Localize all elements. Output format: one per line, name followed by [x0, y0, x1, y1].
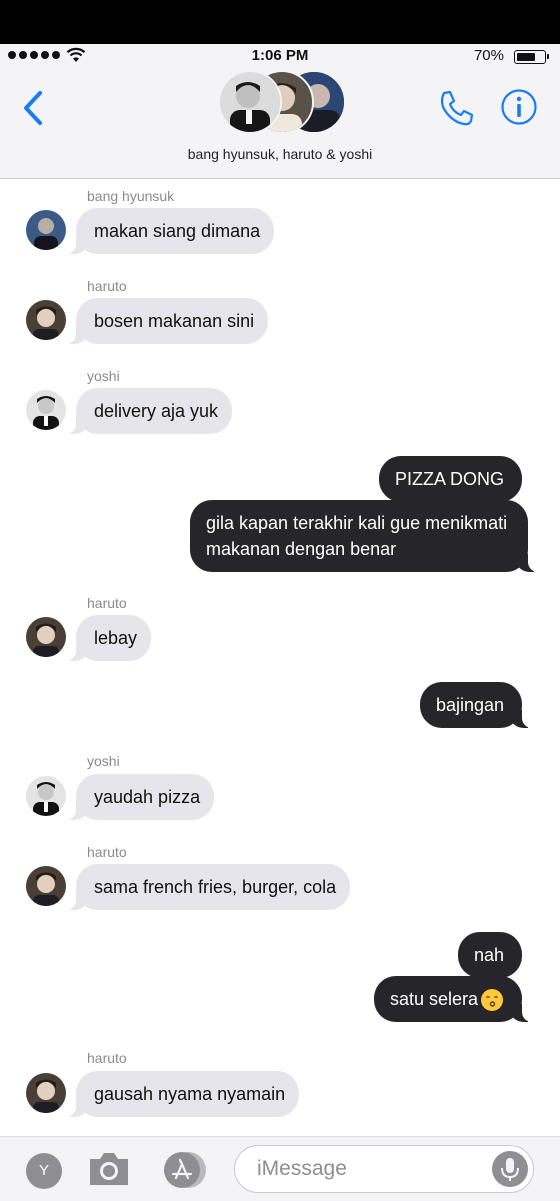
sender-name: haruto	[87, 844, 127, 860]
sender-name: haruto	[87, 1050, 127, 1066]
status-bar: 1:06 PM 70%	[0, 44, 560, 68]
avatar-yoshi[interactable]	[26, 390, 66, 430]
group-avatars[interactable]	[218, 70, 346, 134]
avatar-haruto[interactable]	[26, 1073, 66, 1113]
message-bubble-outgoing[interactable]: gila kapan terakhir kali gue menikmati m…	[190, 500, 538, 572]
message-bubble-outgoing[interactable]: nah	[457, 932, 522, 978]
imessage-input[interactable]	[234, 1145, 534, 1193]
message-bubble-incoming[interactable]: makan siang dimana	[65, 208, 275, 254]
sender-name: yoshi	[87, 753, 120, 769]
sender-name: haruto	[87, 595, 127, 611]
back-chevron-icon[interactable]	[18, 88, 48, 128]
message-bubble-incoming[interactable]: gausah nyama nyamain	[65, 1071, 300, 1117]
battery-level-fill	[517, 53, 536, 61]
message-bubble-outgoing[interactable]: satu selera	[373, 976, 533, 1023]
group-name[interactable]: bang hyunsuk, haruto & yoshi	[0, 146, 560, 162]
app-store-icon[interactable]	[160, 1151, 210, 1189]
sender-name: haruto	[87, 278, 127, 294]
info-icon[interactable]	[500, 88, 538, 126]
avatar-haruto[interactable]	[26, 866, 66, 906]
message-bubble-outgoing[interactable]: PIZZA DONG	[378, 456, 522, 502]
message-bubble-incoming[interactable]: delivery aja yuk	[65, 388, 233, 434]
message-bubble-incoming[interactable]: bosen makanan sini	[65, 298, 269, 344]
compose-bar: Y	[0, 1136, 560, 1201]
phone-icon[interactable]	[436, 88, 476, 128]
message-bubble-incoming[interactable]: lebay	[65, 615, 152, 661]
battery-percent: 70%	[473, 47, 504, 64]
message-thread[interactable]: bang hyunsuk makan siang dimana haruto b…	[0, 180, 560, 1130]
avatar-bang-hyunsuk	[218, 70, 282, 134]
avatar-bang-hyunsuk[interactable]	[26, 210, 66, 250]
avatar-haruto[interactable]	[26, 300, 66, 340]
kissing-face-emoji	[481, 989, 503, 1012]
message-bubble-outgoing[interactable]: bajingan	[419, 682, 533, 728]
sender-name: yoshi	[87, 368, 120, 384]
app-y-button[interactable]: Y	[26, 1153, 62, 1189]
top-black-band	[0, 0, 560, 44]
message-bubble-incoming[interactable]: yaudah pizza	[65, 774, 215, 820]
camera-icon[interactable]	[86, 1149, 132, 1189]
message-bubble-incoming[interactable]: sama french fries, burger, cola	[65, 864, 351, 910]
avatar-yoshi[interactable]	[26, 776, 66, 816]
battery-icon	[514, 50, 549, 64]
message-text: satu selera	[389, 989, 478, 1009]
microphone-icon[interactable]	[492, 1151, 528, 1187]
sender-name: bang hyunsuk	[87, 188, 175, 204]
conversation-header: bang hyunsuk, haruto & yoshi	[0, 68, 560, 179]
avatar-haruto[interactable]	[26, 617, 66, 657]
